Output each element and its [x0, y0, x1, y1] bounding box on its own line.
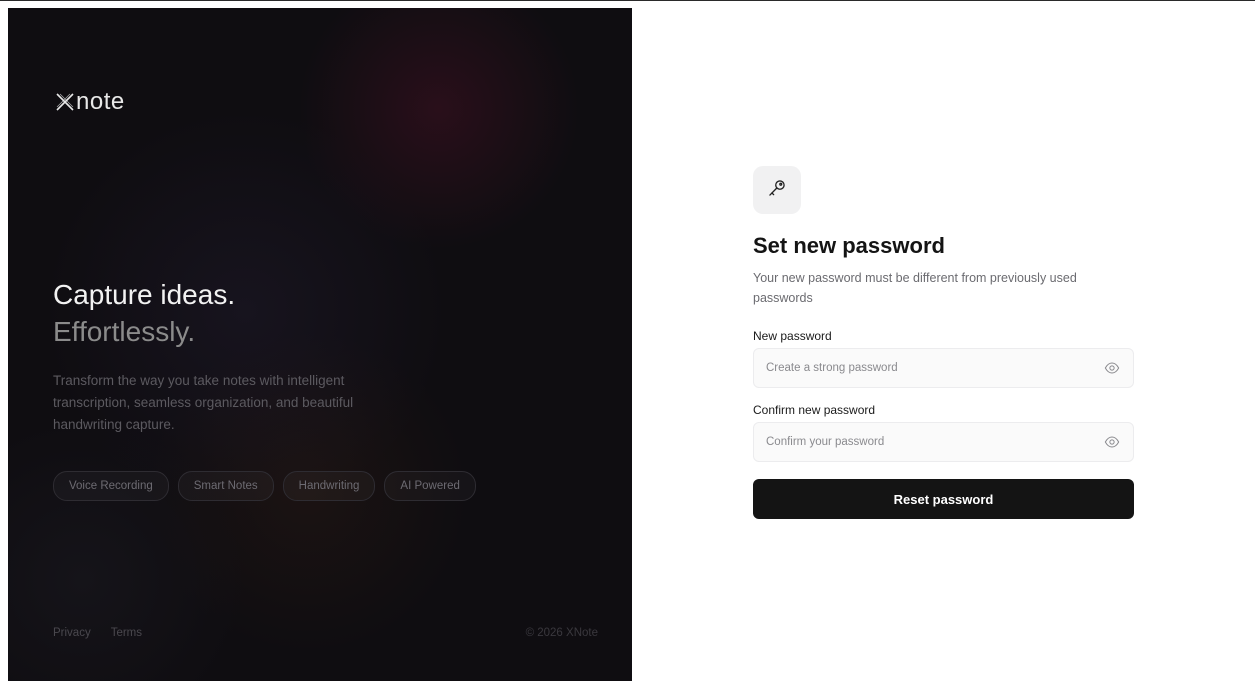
chip-ai-powered: AI Powered — [384, 471, 476, 501]
copyright: © 2026 XNote — [525, 627, 598, 639]
new-password-field — [753, 348, 1134, 388]
new-password-label: New password — [753, 329, 832, 343]
brand-logo: note — [55, 88, 125, 116]
privacy-link[interactable]: Privacy — [53, 627, 91, 639]
feature-chips: Voice Recording Smart Notes Handwriting … — [53, 471, 476, 501]
hero-subheadline: Effortlessly. — [53, 316, 196, 347]
eye-icon[interactable] — [1103, 433, 1121, 451]
hero-panel: note Capture ideas. Effortlessly. Transf… — [8, 8, 632, 681]
hero-description: Transform the way you take notes with in… — [53, 373, 354, 432]
footer-links: Privacy Terms — [53, 627, 142, 639]
key-icon-tile — [753, 166, 801, 214]
brand-name: note — [76, 88, 125, 115]
x-logo-icon — [55, 92, 75, 112]
reset-password-button[interactable]: Reset password — [753, 479, 1134, 519]
reset-password-form: Set new password Your new password must … — [753, 166, 1134, 519]
hero-headline: Capture ideas. — [53, 279, 236, 310]
confirm-password-label: Confirm new password — [753, 403, 876, 417]
confirm-password-field — [753, 422, 1134, 462]
page-title: Set new password — [753, 233, 945, 258]
new-password-input[interactable] — [766, 362, 1103, 374]
confirm-password-input[interactable] — [766, 436, 1103, 448]
chip-smart-notes: Smart Notes — [177, 471, 274, 501]
page-subtitle: Your new password must be different from… — [753, 271, 1077, 305]
key-icon — [767, 178, 787, 203]
chip-voice-recording: Voice Recording — [53, 471, 169, 501]
chip-handwriting: Handwriting — [282, 471, 376, 501]
top-border — [0, 0, 1255, 1]
terms-link[interactable]: Terms — [111, 627, 142, 639]
eye-icon[interactable] — [1103, 359, 1121, 377]
